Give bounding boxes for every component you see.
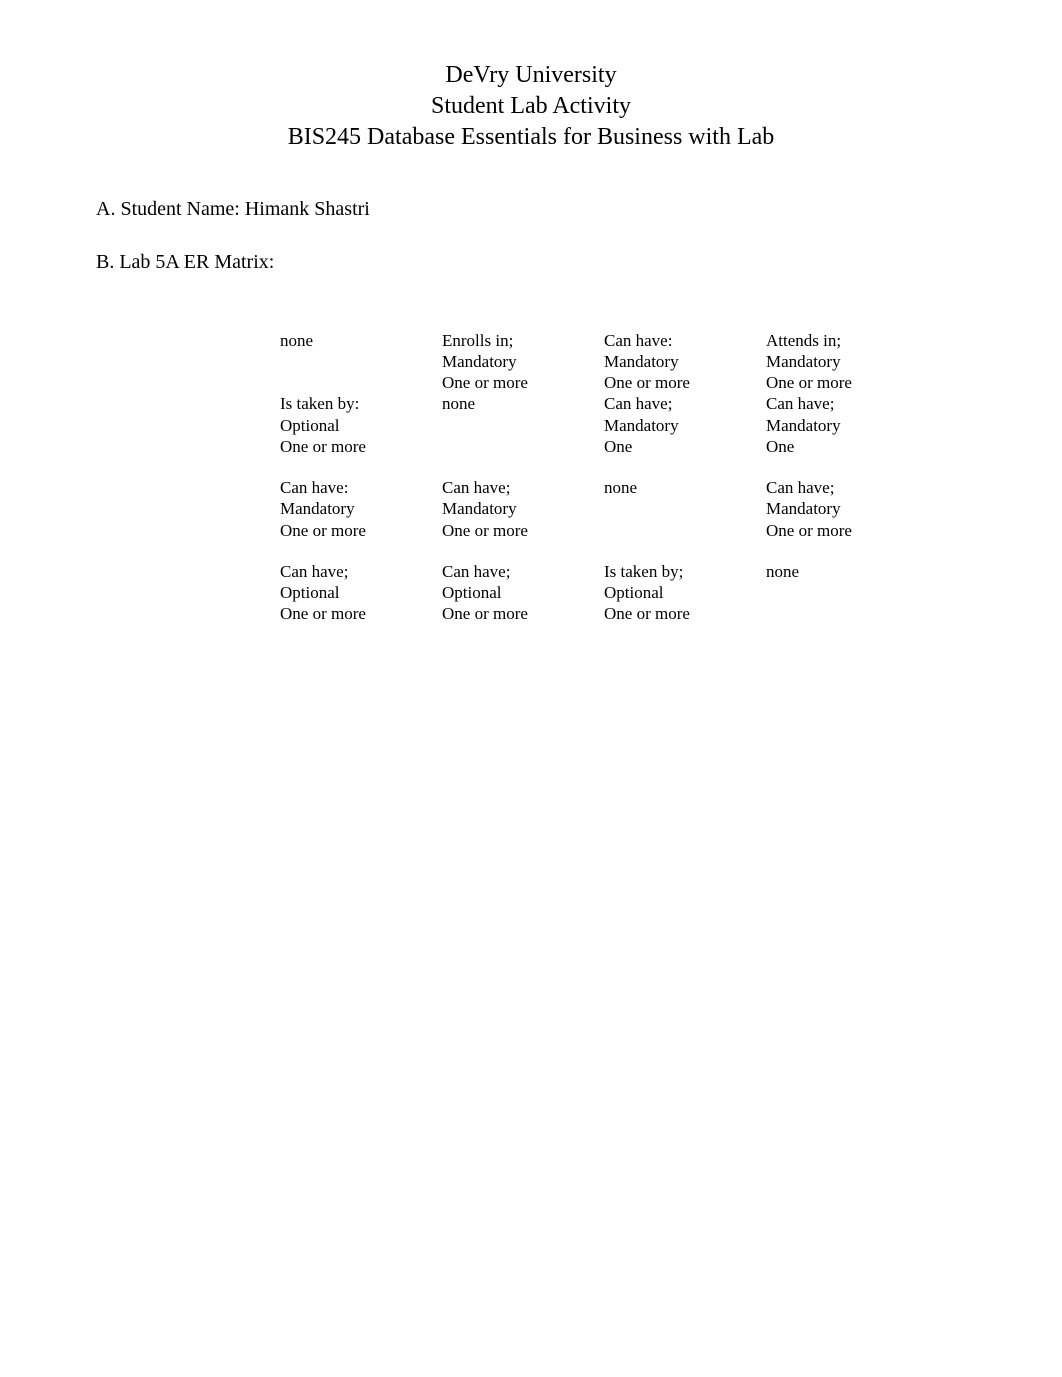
cell-line: Mandatory — [604, 351, 756, 372]
cell-line: Mandatory — [442, 498, 594, 519]
cell-line: Mandatory — [604, 415, 756, 436]
cell-line: none — [280, 330, 432, 351]
header-line-2: Student Lab Activity — [90, 91, 972, 122]
section-a-student-name: A. Student Name: Himank Shastri — [90, 198, 972, 221]
cell-line: One or more — [280, 520, 432, 541]
cell-line: none — [766, 561, 918, 582]
cell-line: none — [604, 477, 756, 498]
document-header: DeVry University Student Lab Activity BI… — [90, 60, 972, 154]
matrix-cell: none — [280, 330, 442, 394]
cell-line: One — [604, 436, 756, 457]
cell-line: Can have: — [280, 477, 432, 498]
cell-line: One or more — [766, 520, 918, 541]
cell-line: Can have; — [766, 477, 918, 498]
cell-line: Mandatory — [766, 351, 918, 372]
cell-line: Attends in; — [766, 330, 918, 351]
cell-line: Enrolls in; — [442, 330, 594, 351]
cell-line: One or more — [442, 372, 594, 393]
cell-line: One or more — [442, 520, 594, 541]
cell-line: Optional — [280, 415, 432, 436]
matrix-row-0: none Enrolls in; Mandatory One or more C… — [280, 330, 972, 394]
matrix-row-1: Is taken by: Optional One or more none C… — [280, 393, 972, 457]
header-line-3: BIS245 Database Essentials for Business … — [90, 122, 972, 153]
matrix-cell: Can have; Mandatory One — [766, 393, 928, 457]
cell-line: One — [766, 436, 918, 457]
cell-line: One or more — [766, 372, 918, 393]
matrix-cell: Enrolls in; Mandatory One or more — [442, 330, 604, 394]
matrix-cell: Can have: Mandatory One or more — [280, 477, 442, 541]
matrix-cell: none — [766, 561, 928, 625]
matrix-cell: Can have; Optional One or more — [442, 561, 604, 625]
matrix-cell: none — [604, 477, 766, 541]
cell-line: Can have; — [604, 393, 756, 414]
er-matrix: none Enrolls in; Mandatory One or more C… — [280, 330, 972, 625]
cell-line: Mandatory — [442, 351, 594, 372]
cell-line: Optional — [280, 582, 432, 603]
cell-line: Is taken by; — [604, 561, 756, 582]
cell-line: none — [442, 393, 594, 414]
cell-line: Mandatory — [766, 498, 918, 519]
cell-line: Mandatory — [280, 498, 432, 519]
matrix-cell: Attends in; Mandatory One or more — [766, 330, 928, 394]
cell-line: One or more — [604, 603, 756, 624]
cell-line: Optional — [442, 582, 594, 603]
cell-line: Can have; — [442, 561, 594, 582]
matrix-cell: Can have; Mandatory One or more — [766, 477, 928, 541]
cell-line: One or more — [280, 603, 432, 624]
matrix-cell: Is taken by: Optional One or more — [280, 393, 442, 457]
matrix-row-3: Can have; Optional One or more Can have;… — [280, 561, 972, 625]
cell-line: Optional — [604, 582, 756, 603]
section-b-lab-title: B. Lab 5A ER Matrix: — [90, 251, 972, 274]
matrix-cell: Can have; Optional One or more — [280, 561, 442, 625]
cell-line: One or more — [604, 372, 756, 393]
cell-line: Can have; — [766, 393, 918, 414]
matrix-cell: Can have; Mandatory One — [604, 393, 766, 457]
cell-line: One or more — [280, 436, 432, 457]
matrix-cell: Can have: Mandatory One or more — [604, 330, 766, 394]
cell-line: Is taken by: — [280, 393, 432, 414]
cell-line: One or more — [442, 603, 594, 624]
cell-line: Can have; — [280, 561, 432, 582]
matrix-cell: none — [442, 393, 604, 457]
matrix-cell: Is taken by; Optional One or more — [604, 561, 766, 625]
cell-line: Can have: — [604, 330, 756, 351]
header-line-1: DeVry University — [90, 60, 972, 91]
cell-line: Can have; — [442, 477, 594, 498]
matrix-cell: Can have; Mandatory One or more — [442, 477, 604, 541]
cell-line: Mandatory — [766, 415, 918, 436]
matrix-row-2: Can have: Mandatory One or more Can have… — [280, 477, 972, 541]
